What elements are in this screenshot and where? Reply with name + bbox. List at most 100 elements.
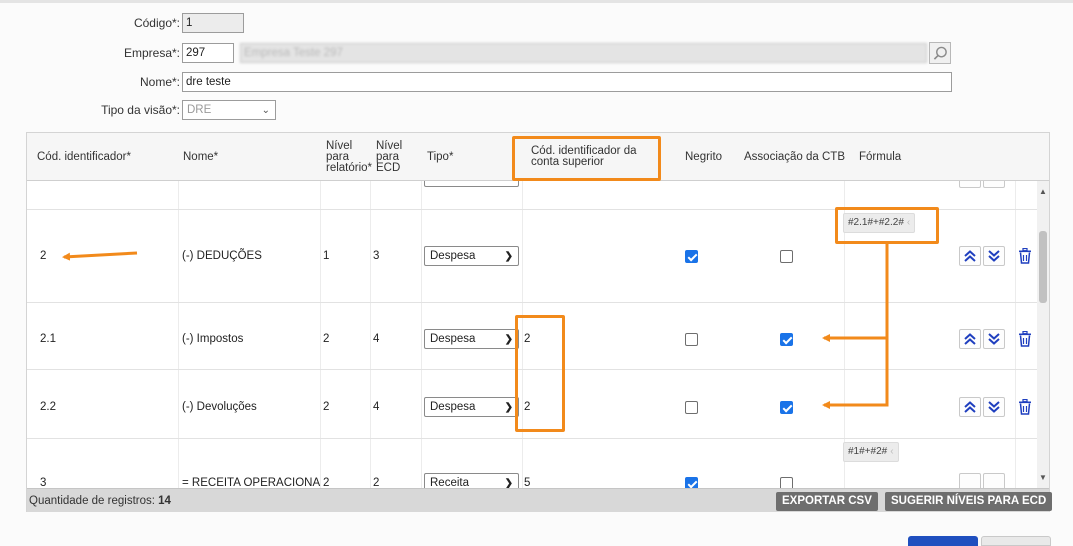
cell-nome[interactable]: = RECEITA OPERACIONA — [182, 477, 320, 488]
nome-field[interactable]: dre teste — [182, 72, 952, 92]
cell-nivel-ecd[interactable]: 4 — [373, 333, 379, 345]
move-down-button[interactable] — [983, 397, 1005, 417]
col-nome[interactable]: Nome* — [183, 151, 218, 163]
negrito-checkbox[interactable] — [685, 250, 698, 263]
scroll-thumb[interactable] — [1039, 231, 1047, 303]
primary-action-button[interactable] — [908, 536, 978, 546]
col-separator — [370, 181, 371, 488]
row-separator — [27, 302, 1037, 303]
trash-icon[interactable] — [1018, 399, 1032, 415]
chevron-down-icon: ❯ — [504, 251, 513, 262]
move-up-button-partial[interactable] — [959, 181, 981, 188]
cell-nivel-relatorio[interactable]: 2 — [323, 333, 329, 345]
move-up-button[interactable] — [959, 473, 981, 488]
associacao-checkbox[interactable] — [780, 401, 793, 414]
double-chevron-up-icon — [964, 333, 976, 345]
cell-nivel-ecd[interactable]: 2 — [373, 477, 379, 488]
empresa-code-field[interactable]: 297 — [182, 43, 234, 63]
accounts-grid: Cód. identificador* Nome* Nível para rel… — [26, 132, 1053, 512]
resize-handle-icon: ‹ — [890, 446, 894, 457]
tipo-select[interactable]: Receita ❯ — [424, 473, 519, 488]
double-chevron-down-icon — [988, 333, 1000, 345]
formula-field[interactable]: #1#+#2# ‹ — [843, 442, 899, 462]
cell-nivel-relatorio[interactable]: 2 — [323, 477, 329, 488]
move-up-button[interactable] — [959, 329, 981, 349]
tipo-select[interactable]: Despesa ❯ — [424, 397, 519, 417]
cell-superior[interactable]: 5 — [524, 477, 530, 488]
double-chevron-down-icon — [988, 401, 1000, 413]
col-cod[interactable]: Cód. identificador* — [37, 151, 131, 163]
tipo-visao-value: DRE — [187, 104, 212, 116]
empresa-search-button[interactable] — [929, 42, 951, 64]
cell-superior[interactable]: 2 — [524, 333, 530, 345]
move-down-button-partial[interactable] — [983, 181, 1005, 188]
scroll-up-arrow-icon[interactable]: ▲ — [1038, 187, 1048, 196]
tipo-select-value: Despesa — [430, 250, 476, 262]
tipo-select[interactable]: Despesa ❯ — [424, 329, 519, 349]
col-negrito[interactable]: Negrito — [685, 151, 722, 163]
negrito-checkbox[interactable] — [685, 401, 698, 414]
col-tipo[interactable]: Tipo* — [427, 151, 453, 163]
tipo-select-value: Despesa — [430, 333, 476, 345]
trash-icon[interactable] — [1018, 248, 1032, 264]
col-separator — [522, 181, 523, 488]
cell-nome[interactable]: (-) Impostos — [182, 333, 243, 345]
cell-superior[interactable]: 2 — [524, 401, 530, 413]
cell-nivel-relatorio[interactable]: 2 — [323, 401, 329, 413]
move-down-button[interactable] — [983, 473, 1005, 488]
tipo-select-value: Despesa — [430, 401, 476, 413]
cell-cod[interactable]: 2.2 — [40, 401, 56, 413]
negrito-checkbox[interactable] — [685, 333, 698, 346]
associacao-checkbox[interactable] — [780, 333, 793, 346]
record-count-label: Quantidade de registros: — [29, 495, 155, 507]
col-nivel-ecd[interactable]: Nível para ECD — [376, 140, 402, 174]
tipo-visao-select[interactable]: DRE ⌄ — [182, 100, 276, 120]
col-separator — [421, 181, 422, 488]
secondary-action-button[interactable] — [981, 536, 1051, 546]
tipo-select-value: Receita — [430, 477, 469, 488]
move-up-button[interactable] — [959, 246, 981, 266]
move-up-button[interactable] — [959, 397, 981, 417]
export-csv-button[interactable]: EXPORTAR CSV — [776, 492, 878, 511]
cell-nome[interactable]: (-) DEDUÇÕES — [182, 250, 262, 262]
double-chevron-down-icon — [988, 250, 1000, 262]
col-separator — [178, 181, 179, 488]
col-separator — [1015, 181, 1016, 488]
move-down-button[interactable] — [983, 329, 1005, 349]
codigo-label: Código*: — [133, 16, 180, 30]
tipo-select[interactable]: Despesa ❯ — [424, 246, 519, 266]
col-superior[interactable]: Cód. identificador da conta superior — [531, 145, 636, 168]
move-down-button[interactable] — [983, 246, 1005, 266]
empresa-label: Empresa*: — [123, 46, 180, 60]
associacao-checkbox[interactable] — [780, 250, 793, 263]
row-separator — [27, 209, 1037, 210]
associacao-checkbox[interactable] — [780, 477, 793, 488]
chevron-down-icon: ❯ — [504, 402, 513, 413]
col-nivel-relatorio-l3: relatório* — [326, 162, 373, 174]
col-formula[interactable]: Fórmula — [859, 151, 901, 163]
cell-nivel-relatorio[interactable]: 1 — [323, 250, 329, 262]
search-icon — [933, 46, 947, 60]
cell-cod[interactable]: 2.1 — [40, 333, 56, 345]
scroll-down-arrow-icon[interactable]: ▼ — [1038, 473, 1048, 482]
top-divider — [0, 0, 1073, 3]
trash-icon[interactable] — [1018, 331, 1032, 347]
tipo-select-partial[interactable] — [424, 181, 519, 187]
codigo-field: 1 — [182, 13, 244, 33]
cell-nivel-ecd[interactable]: 4 — [373, 401, 379, 413]
grid-scrollbar[interactable]: ▲ ▼ — [1037, 181, 1049, 488]
cell-nivel-ecd[interactable]: 3 — [373, 250, 379, 262]
cell-nome[interactable]: (-) Devoluções — [182, 401, 257, 413]
grid-body[interactable]: 2 (-) DEDUÇÕES 1 3 Despesa ❯ #2.1#+#2.2#… — [27, 181, 1037, 488]
tipo-visao-label: Tipo da visão*: — [101, 103, 180, 117]
cell-cod[interactable]: 3 — [40, 477, 46, 488]
col-associacao[interactable]: Associação da CTB — [744, 151, 845, 163]
col-nivel-relatorio[interactable]: Nível para relatório* — [326, 140, 373, 174]
chevron-down-icon: ❯ — [504, 334, 513, 345]
suggest-ecd-levels-button[interactable]: SUGERIR NÍVEIS PARA ECD — [885, 492, 1053, 511]
cell-cod[interactable]: 2 — [40, 250, 46, 262]
col-separator — [320, 181, 321, 488]
negrito-checkbox[interactable] — [685, 477, 698, 488]
row-separator — [27, 438, 1037, 439]
formula-field[interactable]: #2.1#+#2.2# ‹ — [843, 213, 916, 233]
